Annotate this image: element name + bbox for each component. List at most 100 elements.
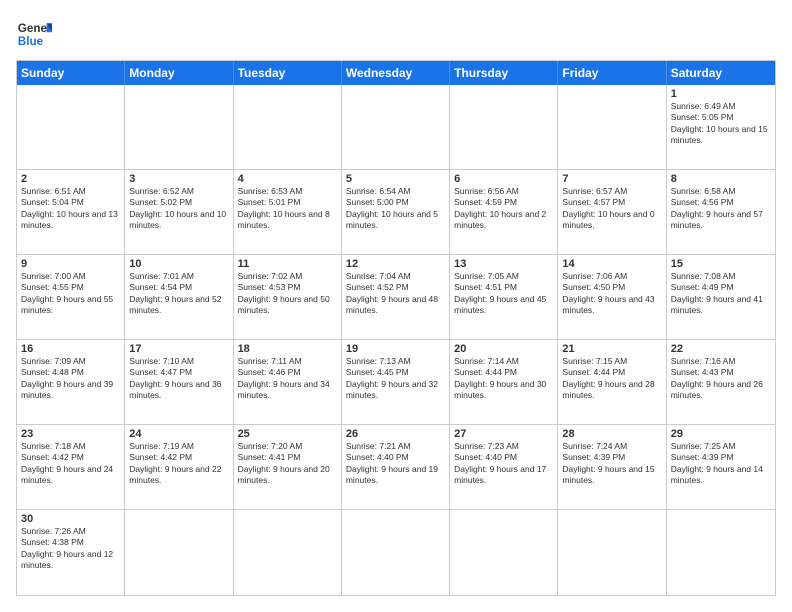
day-info: Sunrise: 6:57 AMSunset: 4:57 PMDaylight:… (562, 186, 661, 232)
calendar-cell: 7Sunrise: 6:57 AMSunset: 4:57 PMDaylight… (558, 170, 666, 255)
calendar-cell: 17Sunrise: 7:10 AMSunset: 4:47 PMDayligh… (125, 340, 233, 425)
day-info: Sunrise: 7:06 AMSunset: 4:50 PMDaylight:… (562, 271, 661, 317)
day-headers: SundayMondayTuesdayWednesdayThursdayFrid… (17, 61, 775, 85)
calendar-cell (450, 510, 558, 595)
day-number: 1 (671, 88, 771, 100)
calendar-cell (558, 510, 666, 595)
day-number: 23 (21, 428, 120, 440)
day-number: 2 (21, 173, 120, 185)
calendar-cell: 15Sunrise: 7:08 AMSunset: 4:49 PMDayligh… (667, 255, 775, 340)
day-number: 30 (21, 513, 120, 525)
day-number: 27 (454, 428, 553, 440)
calendar-cell: 30Sunrise: 7:26 AMSunset: 4:38 PMDayligh… (17, 510, 125, 595)
day-header: Saturday (667, 61, 775, 85)
calendar-cell: 29Sunrise: 7:25 AMSunset: 4:39 PMDayligh… (667, 425, 775, 510)
calendar-cell: 13Sunrise: 7:05 AMSunset: 4:51 PMDayligh… (450, 255, 558, 340)
calendar-cell: 2Sunrise: 6:51 AMSunset: 5:04 PMDaylight… (17, 170, 125, 255)
day-info: Sunrise: 7:11 AMSunset: 4:46 PMDaylight:… (238, 356, 337, 402)
day-number: 25 (238, 428, 337, 440)
day-number: 21 (562, 343, 661, 355)
day-info: Sunrise: 6:53 AMSunset: 5:01 PMDaylight:… (238, 186, 337, 232)
day-info: Sunrise: 7:08 AMSunset: 4:49 PMDaylight:… (671, 271, 771, 317)
page: General Blue SundayMondayTuesdayWednesda… (0, 0, 792, 612)
calendar-cell: 25Sunrise: 7:20 AMSunset: 4:41 PMDayligh… (234, 425, 342, 510)
day-number: 14 (562, 258, 661, 270)
day-number: 15 (671, 258, 771, 270)
calendar-cell: 16Sunrise: 7:09 AMSunset: 4:48 PMDayligh… (17, 340, 125, 425)
calendar-cell (125, 510, 233, 595)
day-number: 3 (129, 173, 228, 185)
day-info: Sunrise: 7:09 AMSunset: 4:48 PMDaylight:… (21, 356, 120, 402)
calendar: SundayMondayTuesdayWednesdayThursdayFrid… (16, 60, 776, 596)
day-info: Sunrise: 7:21 AMSunset: 4:40 PMDaylight:… (346, 441, 445, 487)
day-number: 8 (671, 173, 771, 185)
day-number: 18 (238, 343, 337, 355)
calendar-cell: 19Sunrise: 7:13 AMSunset: 4:45 PMDayligh… (342, 340, 450, 425)
calendar-cell: 21Sunrise: 7:15 AMSunset: 4:44 PMDayligh… (558, 340, 666, 425)
day-number: 19 (346, 343, 445, 355)
day-number: 28 (562, 428, 661, 440)
calendar-cell: 4Sunrise: 6:53 AMSunset: 5:01 PMDaylight… (234, 170, 342, 255)
day-number: 16 (21, 343, 120, 355)
day-number: 5 (346, 173, 445, 185)
day-header: Sunday (17, 61, 125, 85)
calendar-cell: 20Sunrise: 7:14 AMSunset: 4:44 PMDayligh… (450, 340, 558, 425)
calendar-cell: 22Sunrise: 7:16 AMSunset: 4:43 PMDayligh… (667, 340, 775, 425)
svg-text:Blue: Blue (18, 35, 44, 48)
day-info: Sunrise: 6:52 AMSunset: 5:02 PMDaylight:… (129, 186, 228, 232)
day-info: Sunrise: 7:25 AMSunset: 4:39 PMDaylight:… (671, 441, 771, 487)
day-number: 13 (454, 258, 553, 270)
day-number: 20 (454, 343, 553, 355)
day-info: Sunrise: 7:16 AMSunset: 4:43 PMDaylight:… (671, 356, 771, 402)
day-info: Sunrise: 7:19 AMSunset: 4:42 PMDaylight:… (129, 441, 228, 487)
calendar-cell: 5Sunrise: 6:54 AMSunset: 5:00 PMDaylight… (342, 170, 450, 255)
calendar-cell (125, 85, 233, 170)
day-number: 22 (671, 343, 771, 355)
calendar-cell: 18Sunrise: 7:11 AMSunset: 4:46 PMDayligh… (234, 340, 342, 425)
logo-icon: General Blue (16, 16, 52, 52)
calendar-cell (342, 85, 450, 170)
calendar-cell (558, 85, 666, 170)
calendar-cell: 1Sunrise: 6:49 AMSunset: 5:05 PMDaylight… (667, 85, 775, 170)
day-header: Monday (125, 61, 233, 85)
header: General Blue (16, 16, 776, 52)
day-number: 12 (346, 258, 445, 270)
day-number: 29 (671, 428, 771, 440)
day-info: Sunrise: 7:02 AMSunset: 4:53 PMDaylight:… (238, 271, 337, 317)
day-info: Sunrise: 7:10 AMSunset: 4:47 PMDaylight:… (129, 356, 228, 402)
day-info: Sunrise: 7:13 AMSunset: 4:45 PMDaylight:… (346, 356, 445, 402)
calendar-grid: 1Sunrise: 6:49 AMSunset: 5:05 PMDaylight… (17, 85, 775, 595)
day-info: Sunrise: 7:15 AMSunset: 4:44 PMDaylight:… (562, 356, 661, 402)
day-info: Sunrise: 6:56 AMSunset: 4:59 PMDaylight:… (454, 186, 553, 232)
calendar-cell: 12Sunrise: 7:04 AMSunset: 4:52 PMDayligh… (342, 255, 450, 340)
day-info: Sunrise: 6:51 AMSunset: 5:04 PMDaylight:… (21, 186, 120, 232)
calendar-cell: 28Sunrise: 7:24 AMSunset: 4:39 PMDayligh… (558, 425, 666, 510)
calendar-cell: 27Sunrise: 7:23 AMSunset: 4:40 PMDayligh… (450, 425, 558, 510)
day-info: Sunrise: 7:18 AMSunset: 4:42 PMDaylight:… (21, 441, 120, 487)
calendar-cell (234, 85, 342, 170)
day-info: Sunrise: 6:54 AMSunset: 5:00 PMDaylight:… (346, 186, 445, 232)
calendar-cell (342, 510, 450, 595)
calendar-cell: 3Sunrise: 6:52 AMSunset: 5:02 PMDaylight… (125, 170, 233, 255)
calendar-cell: 23Sunrise: 7:18 AMSunset: 4:42 PMDayligh… (17, 425, 125, 510)
day-header: Thursday (450, 61, 558, 85)
day-info: Sunrise: 7:24 AMSunset: 4:39 PMDaylight:… (562, 441, 661, 487)
day-info: Sunrise: 6:49 AMSunset: 5:05 PMDaylight:… (671, 101, 771, 147)
day-info: Sunrise: 7:14 AMSunset: 4:44 PMDaylight:… (454, 356, 553, 402)
calendar-cell: 14Sunrise: 7:06 AMSunset: 4:50 PMDayligh… (558, 255, 666, 340)
day-number: 26 (346, 428, 445, 440)
calendar-cell (234, 510, 342, 595)
calendar-cell: 6Sunrise: 6:56 AMSunset: 4:59 PMDaylight… (450, 170, 558, 255)
day-info: Sunrise: 7:01 AMSunset: 4:54 PMDaylight:… (129, 271, 228, 317)
calendar-cell: 9Sunrise: 7:00 AMSunset: 4:55 PMDaylight… (17, 255, 125, 340)
day-info: Sunrise: 7:05 AMSunset: 4:51 PMDaylight:… (454, 271, 553, 317)
calendar-cell (450, 85, 558, 170)
day-info: Sunrise: 7:23 AMSunset: 4:40 PMDaylight:… (454, 441, 553, 487)
day-header: Friday (558, 61, 666, 85)
calendar-cell (667, 510, 775, 595)
calendar-cell: 8Sunrise: 6:58 AMSunset: 4:56 PMDaylight… (667, 170, 775, 255)
day-number: 4 (238, 173, 337, 185)
day-info: Sunrise: 7:04 AMSunset: 4:52 PMDaylight:… (346, 271, 445, 317)
day-number: 9 (21, 258, 120, 270)
day-info: Sunrise: 7:26 AMSunset: 4:38 PMDaylight:… (21, 526, 120, 572)
